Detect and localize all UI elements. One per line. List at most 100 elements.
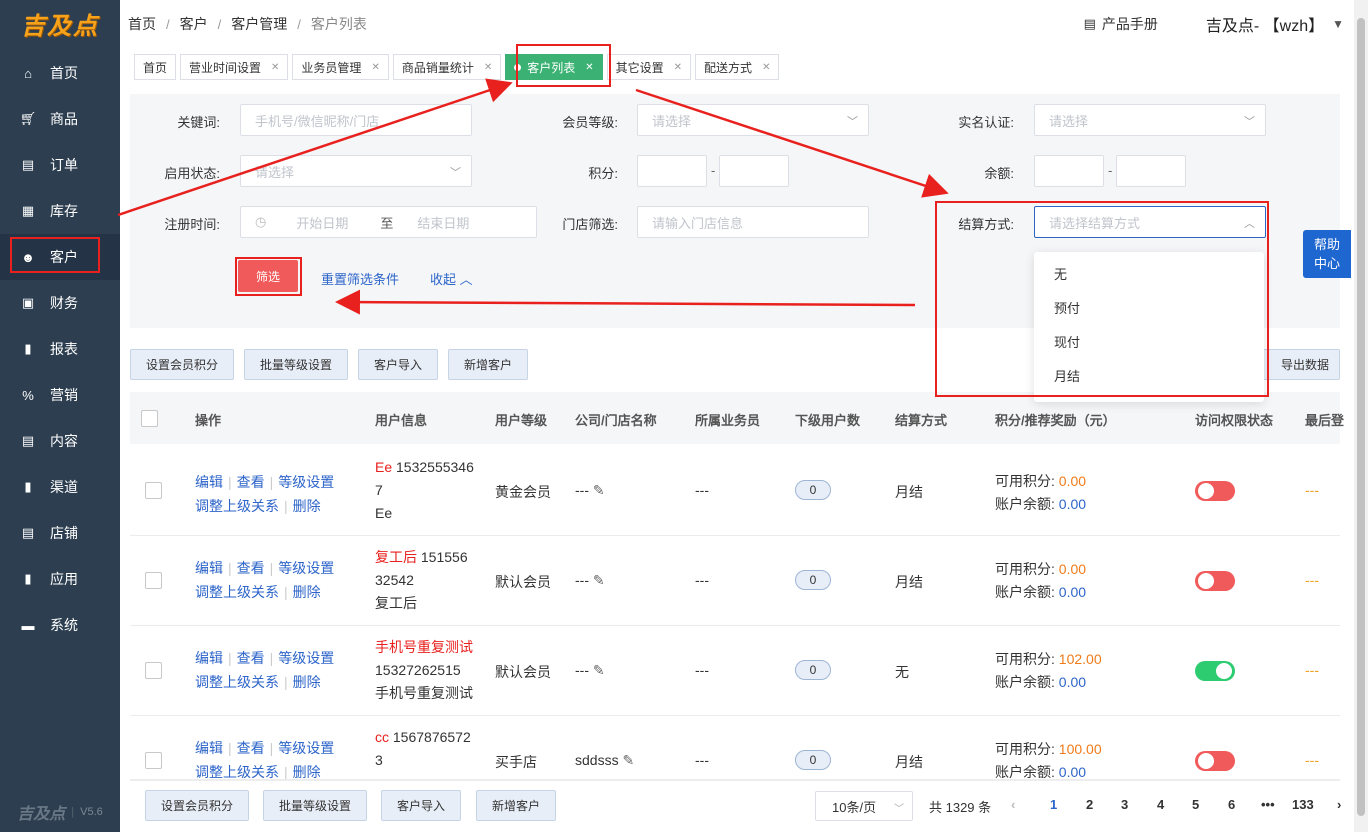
page-size-select[interactable]: 10条/页 ﹀ — [815, 791, 913, 821]
sidebar-item-inventory[interactable]: ▦ 库存 — [0, 188, 120, 234]
batch-level-button[interactable]: 批量等级设置 — [244, 349, 348, 380]
close-icon[interactable]: ✕ — [585, 62, 593, 73]
view-link[interactable]: 查看 — [237, 740, 265, 756]
adjust-parent-link[interactable]: 调整上级关系 — [195, 498, 279, 514]
edit-pencil-icon[interactable]: ✎ — [622, 752, 634, 768]
settle-option-none[interactable]: 无 — [1034, 258, 1264, 292]
tab-sales-stats[interactable]: 商品销量统计 ✕ — [392, 54, 502, 80]
reset-filter-link[interactable]: 重置筛选条件 — [321, 269, 399, 288]
tab-business-hours[interactable]: 营业时间设置 ✕ — [180, 54, 289, 80]
row-checkbox[interactable] — [145, 482, 162, 499]
page-ellipsis[interactable]: ••• — [1261, 797, 1275, 812]
import-button[interactable]: 客户导入 — [358, 349, 438, 380]
add-customer-button-bottom[interactable]: 新增客户 — [476, 790, 556, 821]
set-points-button[interactable]: 设置会员积分 — [130, 349, 234, 380]
access-toggle[interactable] — [1195, 661, 1235, 681]
sidebar-item-goods[interactable]: 🛒︎ 商品 — [0, 96, 120, 142]
breadcrumb-home[interactable]: 首页 — [128, 14, 156, 34]
sub-user-count[interactable]: 0 — [795, 480, 831, 500]
tab-customer-list[interactable]: 客户列表 ✕ — [505, 54, 603, 80]
close-icon[interactable]: ✕ — [674, 62, 682, 73]
edit-link[interactable]: 编辑 — [195, 474, 223, 490]
sidebar-item-apps[interactable]: ▮ 应用 — [0, 556, 120, 602]
scrollbar-thumb[interactable] — [1357, 18, 1365, 816]
access-toggle[interactable] — [1195, 571, 1235, 591]
edit-pencil-icon[interactable]: ✎ — [593, 482, 605, 498]
adjust-parent-link[interactable]: 调整上级关系 — [195, 674, 279, 690]
status-select[interactable]: 请选择 ﹀ — [240, 155, 472, 187]
sidebar-item-orders[interactable]: ▤ 订单 — [0, 142, 120, 188]
level-select[interactable]: 请选择 ﹀ — [637, 104, 869, 136]
sidebar-item-customers[interactable]: ☻ 客户 — [0, 234, 120, 280]
view-link[interactable]: 查看 — [237, 650, 265, 666]
settle-select[interactable]: 请选择结算方式 ︿ — [1034, 206, 1266, 238]
balance-min-input[interactable] — [1034, 155, 1104, 187]
level-link[interactable]: 等级设置 — [278, 650, 334, 666]
level-link[interactable]: 等级设置 — [278, 474, 334, 490]
sidebar-item-marketing[interactable]: % 营销 — [0, 372, 120, 418]
breadcrumb-customer-mgmt[interactable]: 客户管理 — [231, 14, 287, 34]
delete-link[interactable]: 删除 — [293, 498, 321, 514]
tab-home[interactable]: 首页 — [134, 54, 177, 80]
edit-link[interactable]: 编辑 — [195, 740, 223, 756]
manual-link[interactable]: ▤ 产品手册 — [1084, 14, 1158, 34]
user-menu[interactable]: 吉及点- 【wzh】 ▼ — [1206, 12, 1344, 36]
points-min-input[interactable] — [637, 155, 707, 187]
edit-link[interactable]: 编辑 — [195, 650, 223, 666]
adjust-parent-link[interactable]: 调整上级关系 — [195, 764, 279, 779]
level-link[interactable]: 等级设置 — [278, 560, 334, 576]
row-checkbox[interactable] — [145, 572, 162, 589]
adjust-parent-link[interactable]: 调整上级关系 — [195, 584, 279, 600]
edit-pencil-icon[interactable]: ✎ — [593, 572, 605, 588]
scrollbar[interactable] — [1354, 0, 1368, 832]
access-toggle[interactable] — [1195, 481, 1235, 501]
page-2[interactable]: 2 — [1086, 797, 1093, 812]
settle-option-prepay[interactable]: 预付 — [1034, 292, 1264, 326]
page-5[interactable]: 5 — [1192, 797, 1199, 812]
next-page-icon[interactable]: › — [1337, 797, 1341, 812]
settle-option-monthly[interactable]: 月结 — [1034, 360, 1264, 394]
prev-page-icon[interactable]: ‹ — [1011, 797, 1015, 812]
view-link[interactable]: 查看 — [237, 474, 265, 490]
sidebar-item-channels[interactable]: ▮ 渠道 — [0, 464, 120, 510]
filter-button[interactable]: 筛选 — [238, 260, 298, 292]
sidebar-item-system[interactable]: ▬ 系统 — [0, 602, 120, 648]
sidebar-item-reports[interactable]: ▮ 报表 — [0, 326, 120, 372]
close-icon[interactable]: ✕ — [484, 62, 492, 73]
page-6[interactable]: 6 — [1228, 797, 1235, 812]
import-button-bottom[interactable]: 客户导入 — [381, 790, 461, 821]
add-customer-button[interactable]: 新增客户 — [448, 349, 528, 380]
row-checkbox[interactable] — [145, 752, 162, 769]
sidebar-item-home[interactable]: ⌂ 首页 — [0, 50, 120, 96]
view-link[interactable]: 查看 — [237, 560, 265, 576]
set-points-button-bottom[interactable]: 设置会员积分 — [145, 790, 249, 821]
tab-sales-staff[interactable]: 业务员管理 ✕ — [292, 54, 389, 80]
regtime-range[interactable]: ◷ 开始日期 至 结束日期 — [240, 206, 537, 238]
keyword-input[interactable]: 手机号/微信昵称/门店 — [240, 104, 472, 136]
sidebar-item-stores[interactable]: ▤ 店铺 — [0, 510, 120, 556]
balance-max-input[interactable] — [1116, 155, 1186, 187]
batch-level-button-bottom[interactable]: 批量等级设置 — [263, 790, 367, 821]
page-last[interactable]: 133 — [1292, 797, 1314, 812]
close-icon[interactable]: ✕ — [271, 62, 279, 73]
delete-link[interactable]: 删除 — [293, 584, 321, 600]
breadcrumb-customer[interactable]: 客户 — [180, 14, 208, 34]
points-max-input[interactable] — [719, 155, 789, 187]
delete-link[interactable]: 删除 — [293, 674, 321, 690]
edit-link[interactable]: 编辑 — [195, 560, 223, 576]
export-button[interactable]: 导出数据 — [1262, 349, 1340, 380]
delete-link[interactable]: 删除 — [293, 764, 321, 779]
edit-pencil-icon[interactable]: ✎ — [593, 662, 605, 678]
sub-user-count[interactable]: 0 — [795, 750, 831, 770]
select-all-checkbox[interactable] — [141, 410, 158, 427]
sub-user-count[interactable]: 0 — [795, 660, 831, 680]
settle-option-cash[interactable]: 现付 — [1034, 326, 1264, 360]
help-center-button[interactable]: 帮助 中心 — [1303, 230, 1351, 278]
tab-delivery[interactable]: 配送方式 ✕ — [695, 54, 780, 80]
close-icon[interactable]: ✕ — [762, 62, 770, 73]
sidebar-item-content[interactable]: ▤ 内容 — [0, 418, 120, 464]
access-toggle[interactable] — [1195, 751, 1235, 771]
close-icon[interactable]: ✕ — [371, 62, 379, 73]
page-1[interactable]: 1 — [1050, 797, 1057, 812]
realname-select[interactable]: 请选择 ﹀ — [1034, 104, 1266, 136]
